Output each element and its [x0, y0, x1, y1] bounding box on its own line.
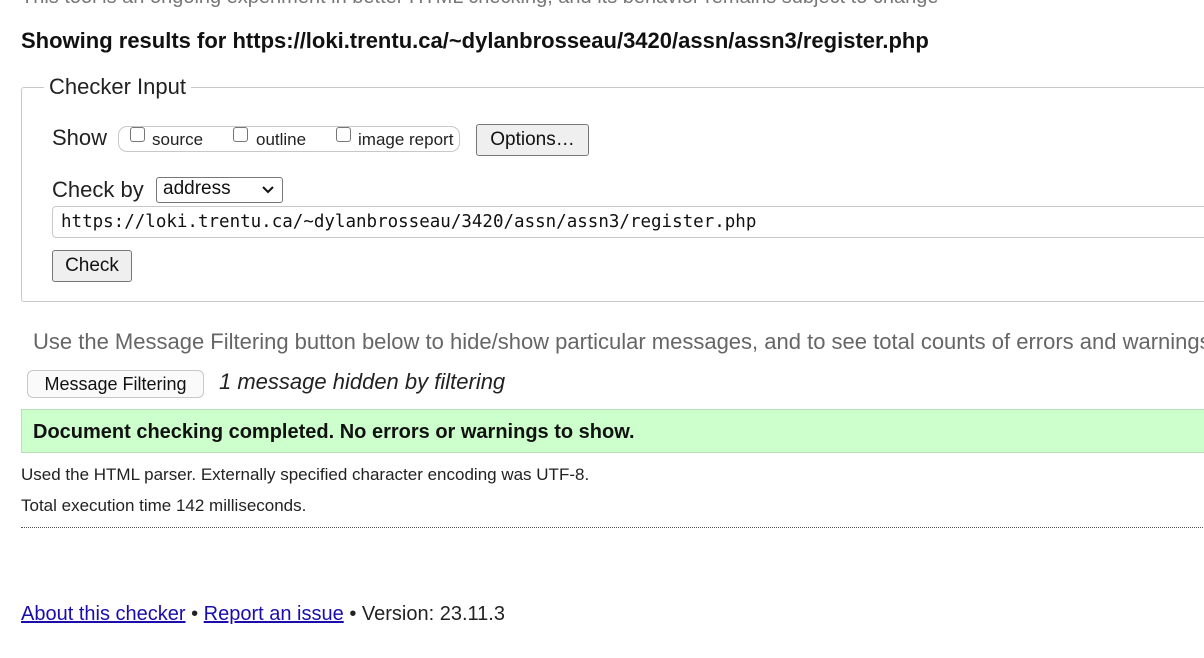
image-report-checkbox[interactable]: [336, 127, 351, 142]
check-by-selected-value: address: [163, 178, 231, 199]
footer: About this checker • Report an issue • V…: [21, 603, 505, 626]
source-checkbox-label[interactable]: source: [152, 130, 203, 150]
filtering-note: Use the Message Filtering button below t…: [33, 329, 1204, 354]
results-heading-prefix: Showing results for: [21, 28, 227, 53]
footer-separator: •: [191, 603, 199, 625]
footer-separator: •: [349, 603, 357, 625]
chevron-down-icon: [261, 179, 275, 204]
message-filtering-button[interactable]: Message Filtering: [27, 370, 204, 398]
footer-divider: [21, 527, 1204, 528]
check-by-label: Check by: [52, 177, 144, 202]
parser-note: Used the HTML parser. Externally specifi…: [21, 465, 590, 484]
check-by-select[interactable]: address: [156, 177, 283, 203]
version-label: Version: 23.11.3: [361, 603, 505, 625]
source-checkbox[interactable]: [130, 127, 145, 142]
options-button[interactable]: Options…: [476, 124, 589, 156]
results-url: https://loki.trentu.ca/~dylanbrosseau/34…: [232, 28, 929, 53]
hidden-messages-count: 1 message hidden by filtering: [219, 369, 506, 394]
about-checker-link[interactable]: About this checker: [21, 603, 186, 625]
image-report-checkbox-label[interactable]: image report: [358, 130, 453, 150]
checker-input-legend: Checker Input: [44, 74, 191, 100]
execution-time-note: Total execution time 142 milliseconds.: [21, 496, 307, 515]
url-input[interactable]: https://loki.trentu.ca/~dylanbrosseau/34…: [52, 206, 1204, 238]
results-heading: Showing results for https://loki.trentu.…: [21, 28, 929, 54]
report-issue-link[interactable]: Report an issue: [204, 603, 344, 625]
outline-checkbox[interactable]: [233, 127, 248, 142]
show-label: Show: [52, 125, 108, 150]
check-button[interactable]: Check: [52, 250, 132, 282]
outline-checkbox-label[interactable]: outline: [256, 130, 306, 150]
success-message: Document checking completed. No errors o…: [33, 421, 635, 443]
experiment-notice: This tool is an ongoing experiment in be…: [21, 0, 939, 9]
